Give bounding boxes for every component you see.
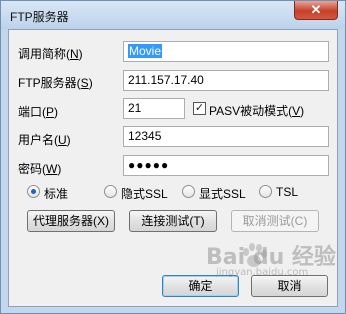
password-label-key: W [46, 162, 58, 176]
check-icon: ✓ [194, 102, 205, 114]
window-title: FTP服务器 [10, 10, 69, 24]
password-label-text: 密码( [18, 162, 46, 176]
port-input-value: 21 [128, 101, 142, 115]
pasv-label[interactable]: PASV被动模式(V) [209, 102, 304, 119]
ok-button[interactable]: 确定 [162, 275, 239, 297]
cancel-test-button: 取消测试(C) [231, 210, 319, 232]
pasv-label-key: V [292, 104, 301, 118]
radio-standard[interactable] [27, 185, 40, 198]
ftp-server-dialog: FTP服务器 ✕ 调用简称(N) Movie FTP服务器(S) 211.157… [0, 0, 346, 314]
proxy-server-button[interactable]: 代理服务器(X) [27, 210, 115, 232]
username-input[interactable]: 12345 [123, 126, 329, 147]
server-label-text: FTP服务器( [18, 76, 81, 90]
server-label: FTP服务器(S) [18, 76, 93, 90]
name-input[interactable]: Movie [123, 41, 329, 62]
pasv-checkbox[interactable]: ✓ [193, 102, 206, 115]
server-input[interactable]: 211.157.17.40 [123, 70, 329, 91]
name-input-value: Movie [128, 44, 163, 58]
close-icon: ✕ [310, 2, 322, 17]
title-bar[interactable]: FTP服务器 ✕ [1, 1, 345, 29]
radio-standard-label[interactable]: 标准 [44, 185, 68, 202]
server-input-value: 211.157.17.40 [128, 73, 204, 87]
radio-explicit-ssl-label[interactable]: 显式SSL [199, 185, 246, 202]
radio-implicit-ssl[interactable] [104, 185, 117, 198]
close-button[interactable]: ✕ [294, 1, 338, 20]
password-input-value: ●●●●● [128, 158, 170, 172]
port-input[interactable]: 21 [123, 98, 185, 119]
user-label: 用户名(U) [18, 133, 71, 147]
cancel-button[interactable]: 取消 [251, 275, 328, 297]
connection-test-button[interactable]: 连接测试(T) [129, 210, 217, 232]
pasv-label-text: PASV被动模式( [209, 104, 293, 118]
username-input-value: 12345 [128, 129, 162, 143]
radio-explicit-ssl[interactable] [182, 185, 195, 198]
radio-selected-dot [31, 189, 36, 194]
watermark-url: jingyan.baidu.com [216, 267, 309, 278]
port-label: 端口(P) [18, 105, 59, 119]
radio-tsl[interactable] [259, 185, 272, 198]
name-label-text: 调用简称( [18, 47, 70, 61]
port-label-key: P [46, 105, 55, 119]
name-label-key: N [70, 47, 79, 61]
radio-tsl-label[interactable]: TSL [276, 185, 298, 199]
port-label-text: 端口( [18, 105, 46, 119]
radio-implicit-ssl-label[interactable]: 隐式SSL [121, 185, 168, 202]
name-label: 调用简称(N) [18, 47, 83, 61]
user-label-key: U [58, 133, 67, 147]
server-label-key: S [80, 76, 89, 90]
password-input[interactable]: ●●●●● [123, 155, 329, 176]
password-label: 密码(W) [18, 162, 62, 176]
user-label-text: 用户名( [18, 133, 58, 147]
